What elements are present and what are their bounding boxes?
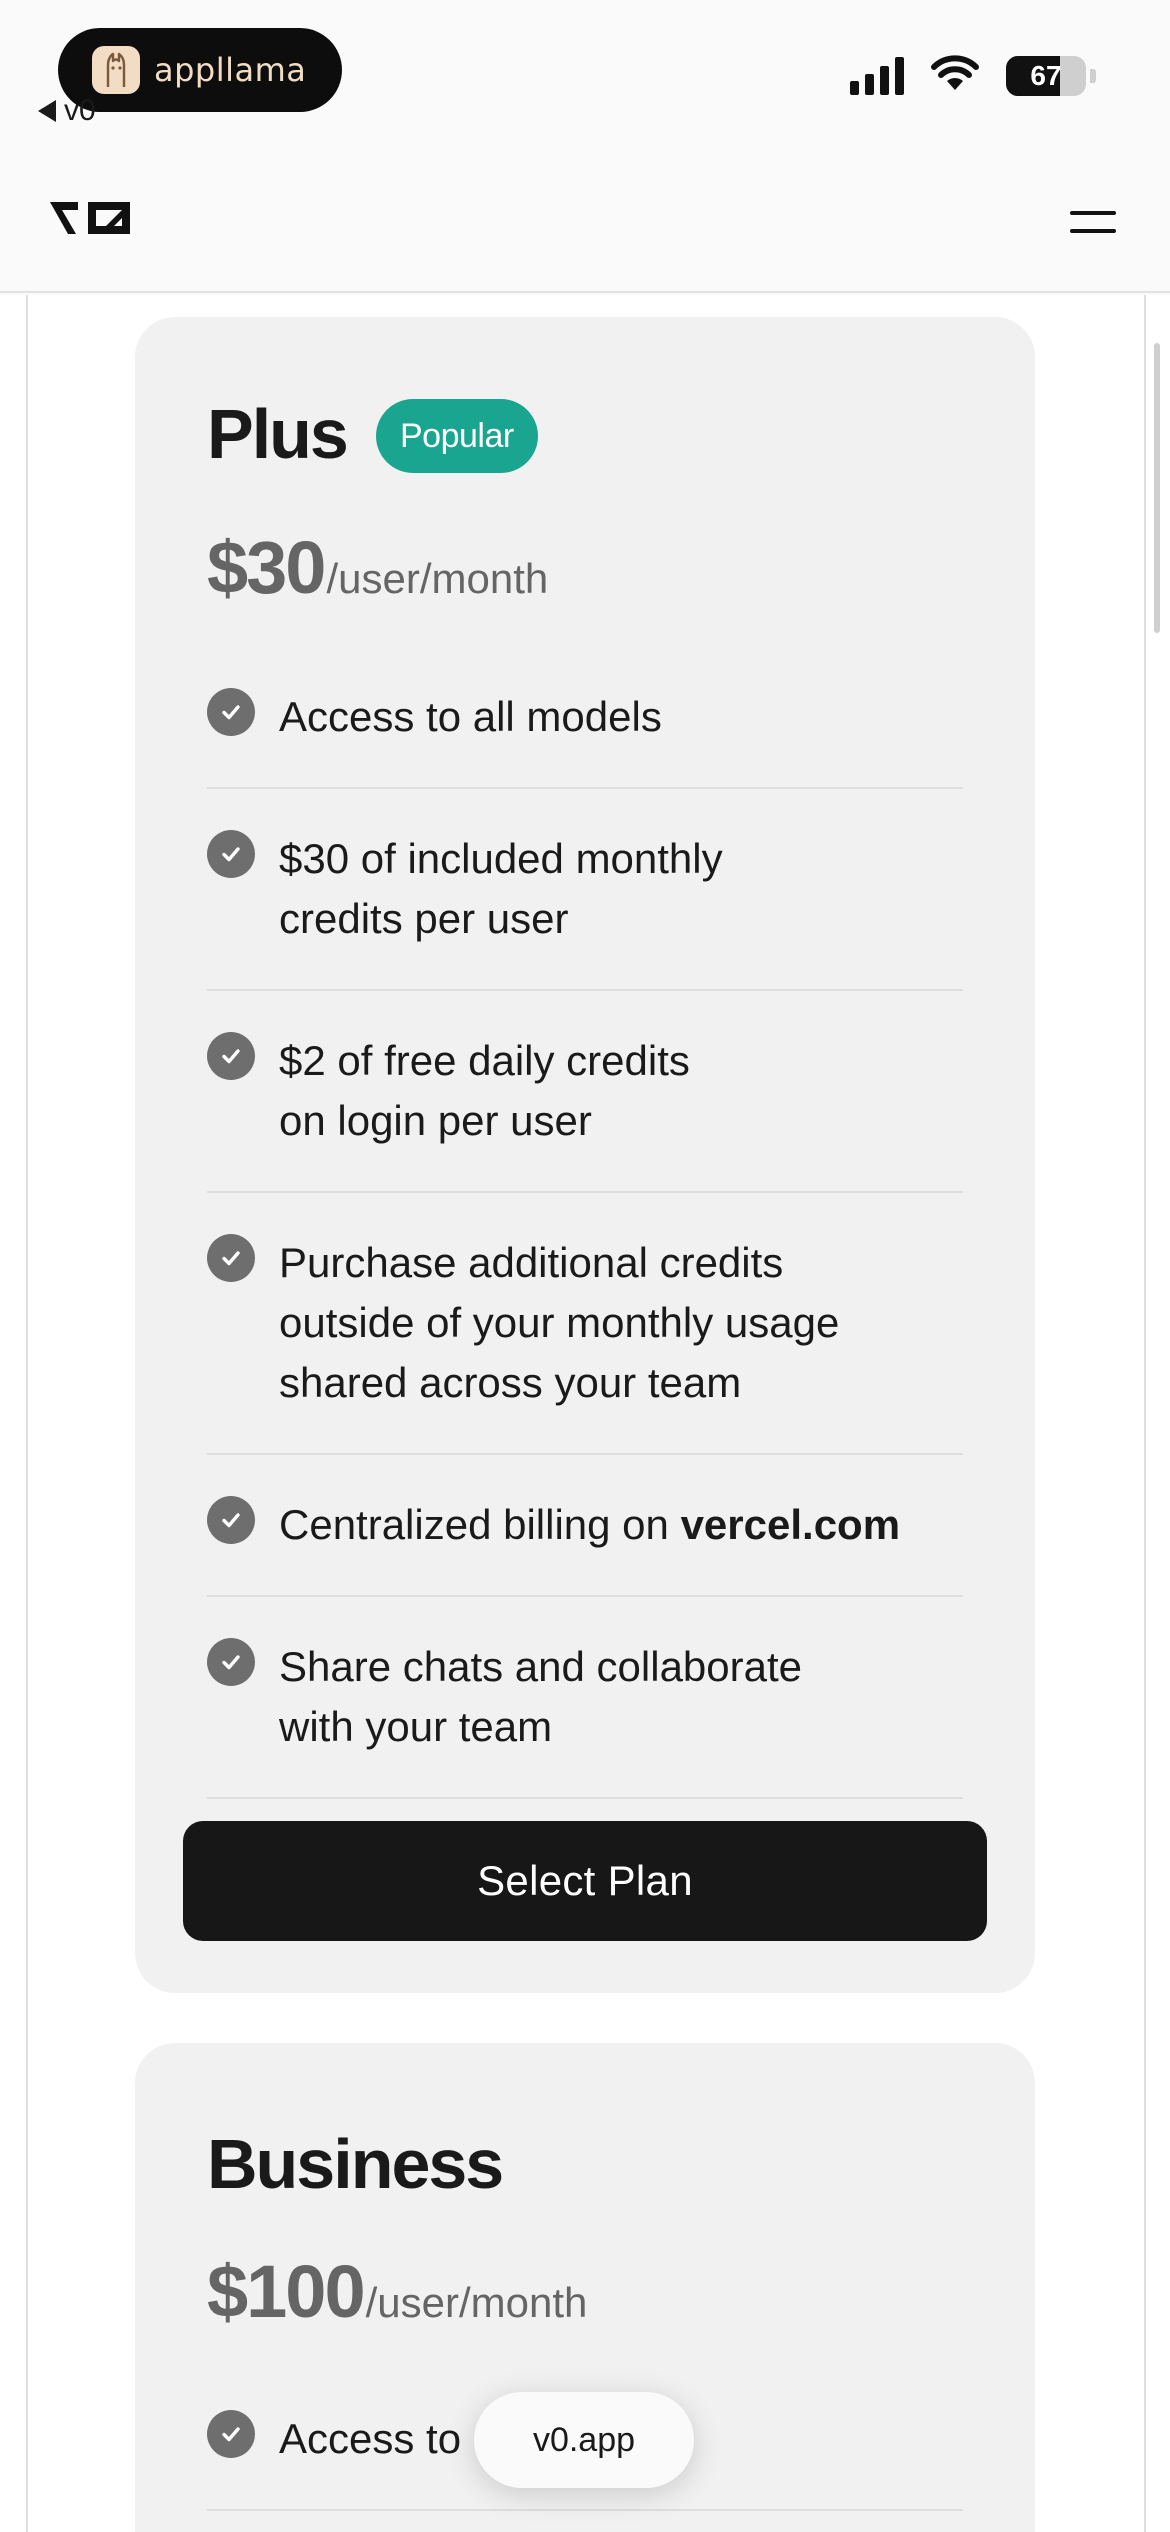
feature-text: $2 of free daily credits on login per us… xyxy=(279,1037,690,1144)
feature-list: Access to all models $30 of included mon… xyxy=(207,665,963,1799)
hamburger-menu-icon[interactable] xyxy=(1070,202,1116,242)
check-circle-icon xyxy=(207,1032,255,1080)
check-circle-icon xyxy=(207,1234,255,1282)
plan-title: Business xyxy=(207,2125,504,2203)
feature-item: Centralized billing on vercel.com xyxy=(207,1455,963,1597)
price-row: $100 /user/month xyxy=(207,2249,587,2334)
battery-icon: 67 xyxy=(1006,55,1086,96)
site-address-pill[interactable]: v0.app xyxy=(474,2392,694,2488)
app-badge-label: appllama xyxy=(154,51,307,89)
back-to-app-link[interactable]: v0 xyxy=(38,94,96,128)
screen: appllama v0 67 Plus Popular $30 /user/mo… xyxy=(0,0,1170,2532)
right-edge-divider xyxy=(1144,295,1146,2532)
scrollbar-thumb[interactable] xyxy=(1154,343,1160,633)
status-icons: 67 xyxy=(850,54,1096,97)
popular-badge: Popular xyxy=(376,399,538,473)
plan-card-plus: Plus Popular $30 /user/month Access to a… xyxy=(135,317,1035,1993)
left-edge-divider xyxy=(26,295,28,2532)
price-row: $30 /user/month xyxy=(207,525,548,610)
feature-text: Share chats and collaborate with your te… xyxy=(279,1643,803,1750)
feature-item: Access to all models xyxy=(207,665,963,789)
cellular-signal-icon xyxy=(850,56,904,95)
billing-link[interactable]: vercel.com xyxy=(681,1501,900,1548)
feature-item: $30 of included monthly credits per user xyxy=(207,789,963,991)
status-bar: appllama v0 67 xyxy=(0,0,1170,150)
plan-title: Plus xyxy=(207,395,349,473)
check-circle-icon xyxy=(207,688,255,736)
llama-icon xyxy=(92,46,140,94)
check-circle-icon xyxy=(207,1638,255,1686)
plan-price-unit: /user/month xyxy=(365,2279,588,2326)
page-content: Plus Popular $30 /user/month Access to a… xyxy=(0,295,1170,2532)
select-plan-button[interactable]: Select Plan xyxy=(183,1821,987,1941)
feature-text: Access to all models xyxy=(279,693,662,740)
v0-logo-icon[interactable] xyxy=(48,196,134,243)
app-badge[interactable]: appllama xyxy=(58,28,342,112)
battery-level: 67 xyxy=(1030,59,1062,91)
wifi-icon xyxy=(930,54,980,97)
plan-price: $30 xyxy=(207,526,326,609)
feature-text-prefix: Centralized billing on xyxy=(279,1501,681,1548)
feature-text: Centralized billing on vercel.com xyxy=(279,1495,900,1555)
feature-text: Access to xyxy=(279,2415,462,2462)
battery-tip xyxy=(1090,68,1096,83)
feature-item: Share chats and collaborate with your te… xyxy=(207,1597,963,1799)
top-navbar xyxy=(0,150,1170,293)
plan-price-unit: /user/month xyxy=(326,555,549,602)
feature-text: Purchase additional credits outside of y… xyxy=(279,1239,840,1406)
check-circle-icon xyxy=(207,830,255,878)
feature-item: $2 of free daily credits on login per us… xyxy=(207,991,963,1193)
check-circle-icon xyxy=(207,1496,255,1544)
feature-item: Purchase additional credits outside of y… xyxy=(207,1193,963,1455)
back-link-label: v0 xyxy=(64,94,96,127)
plan-price: $100 xyxy=(207,2250,366,2333)
check-circle-icon xyxy=(207,2410,255,2458)
back-arrow-icon xyxy=(38,100,56,122)
feature-text: $30 of included monthly credits per user xyxy=(279,835,723,942)
